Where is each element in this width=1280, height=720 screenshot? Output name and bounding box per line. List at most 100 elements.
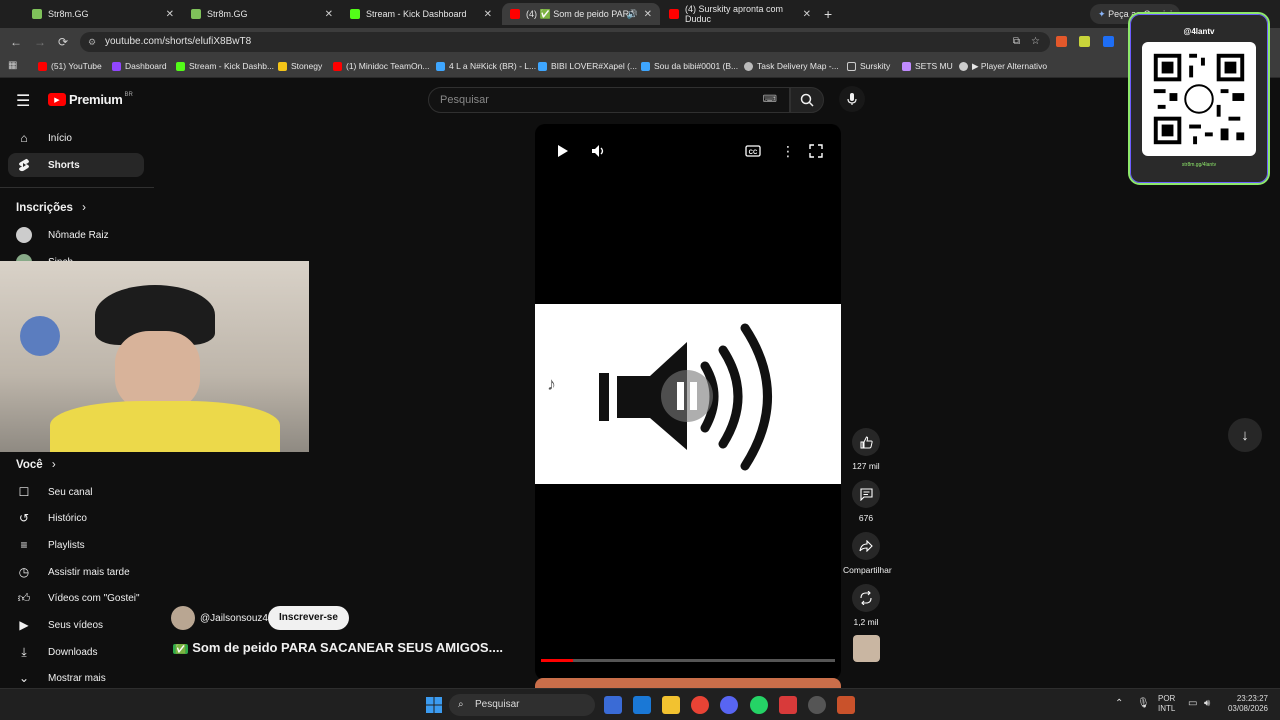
windows-start-icon[interactable]	[425, 696, 443, 714]
youtube-premium-logo[interactable]: ▶ Premium BR	[48, 92, 133, 107]
share-button[interactable]: Compartilhar	[843, 532, 892, 575]
bookmark-star-icon[interactable]: ☆	[1031, 32, 1040, 52]
sidebar-item-playlists[interactable]: ≡ Playlists	[8, 533, 144, 557]
tab-surskity[interactable]: (4) Surskity apronta com Duduc ✕	[661, 3, 819, 25]
bookmark[interactable]: Task Delivery Map -...	[744, 61, 839, 71]
shorts-player[interactable]: CC ⋮ ♪	[535, 124, 841, 680]
sidebar-item-your-channel[interactable]: ☐ Seu canal	[8, 480, 144, 504]
apps-grid-icon[interactable]: ▦	[8, 60, 17, 71]
chrome-icon[interactable]	[691, 696, 709, 714]
sidebar-item-label: Assistir mais tarde	[48, 566, 130, 578]
bookmark[interactable]: ▶ Player Alternativo	[959, 61, 1047, 72]
game-icon[interactable]	[779, 696, 797, 714]
bookmark[interactable]: Sou da bibi#0001 (B...	[641, 61, 738, 71]
bookmark[interactable]: (1) Minidoc TeamOn...	[333, 61, 429, 71]
file-explorer-icon[interactable]	[662, 696, 680, 714]
subscription-item[interactable]: Nômade Raiz	[8, 223, 144, 247]
sidebar-item-downloads[interactable]: ⤓ Downloads	[8, 640, 144, 664]
new-tab-button[interactable]: +	[824, 6, 832, 22]
volume-icon[interactable]	[591, 144, 605, 163]
sidebar-item-label: Seus vídeos	[48, 619, 104, 631]
bookmark[interactable]: 4 L a N#Kick (BR) - L...	[436, 61, 536, 71]
subscriptions-heading[interactable]: Inscrições ›	[16, 202, 86, 214]
sidebar-item-history[interactable]: ↺ Histórico	[8, 506, 144, 530]
bookmark[interactable]: SETS MU	[902, 61, 953, 71]
extension-icon[interactable]	[1079, 36, 1090, 47]
logo-text: Premium	[69, 92, 123, 107]
sidebar-item-show-more[interactable]: ⌄ Mostrar mais	[8, 666, 144, 690]
sidebar-item-liked-videos[interactable]: 👍︎ Vídeos com "Gostei"	[8, 586, 144, 610]
close-icon[interactable]: ✕	[803, 9, 811, 20]
speaker-icon[interactable]: 🔊	[627, 9, 638, 20]
url-field[interactable]: ⚙ youtube.com/shorts/elufiX8BwT8 ⧉ ☆	[80, 32, 1050, 52]
next-short-preview[interactable]	[535, 678, 841, 688]
keyboard-icon[interactable]: ⌨	[763, 88, 777, 112]
close-icon[interactable]: ✕	[166, 9, 174, 20]
close-icon[interactable]: ✕	[484, 9, 492, 20]
you-heading[interactable]: Você ›	[16, 459, 56, 471]
discord-icon[interactable]	[720, 696, 738, 714]
channel-handle[interactable]: @Jailsonsouz4	[200, 613, 268, 624]
site-info-icon[interactable]: ⚙	[88, 32, 96, 52]
search-button[interactable]	[790, 87, 824, 113]
extension-icon[interactable]	[1056, 36, 1067, 47]
bookmark[interactable]: BIBI LOVER#Xapel (...	[538, 61, 637, 71]
tab-str8m-2[interactable]: Str8m.GG ✕	[183, 3, 341, 25]
remix-button[interactable]: 1,2 mil	[843, 584, 889, 627]
outlook-icon[interactable]	[633, 696, 651, 714]
obs-icon[interactable]	[808, 696, 826, 714]
store-icon[interactable]	[604, 696, 622, 714]
tab-kick-dashboard[interactable]: Stream - Kick Dashboard ✕	[342, 3, 500, 25]
sound-thumbnail[interactable]	[853, 635, 880, 662]
sidebar-item-your-videos[interactable]: ▶ Seus vídeos	[8, 613, 144, 637]
extension-icon[interactable]	[1103, 36, 1114, 47]
bookmark[interactable]: Surskity	[847, 61, 890, 71]
bookmark-label: SETS MU	[915, 61, 953, 71]
subscribe-button[interactable]: Inscrever-se	[268, 606, 349, 630]
sidebar-item-home[interactable]: ⌂ Início	[8, 126, 144, 150]
play-icon[interactable]	[555, 144, 569, 163]
install-icon[interactable]: ⧉	[1013, 32, 1020, 52]
home-icon: ⌂	[20, 131, 28, 145]
forward-icon[interactable]: →	[34, 35, 46, 49]
mic-icon[interactable]: 🎙︎	[1137, 698, 1150, 709]
tab-label: (4) ✅ Som de peido PARA	[526, 8, 636, 19]
fullscreen-icon[interactable]	[809, 144, 823, 163]
tab-str8m-1[interactable]: Str8m.GG ✕	[24, 3, 182, 25]
stonegy-icon	[278, 61, 287, 71]
playlist-icon: ≡	[20, 538, 28, 552]
more-options-icon[interactable]: ⋮	[781, 144, 795, 158]
close-icon[interactable]: ✕	[644, 9, 652, 20]
chevron-right-icon: ›	[51, 459, 56, 471]
bookmark[interactable]: Stream - Kick Dashb...	[176, 61, 274, 71]
bookmark[interactable]: (51) YouTube	[38, 61, 102, 71]
language-indicator[interactable]: POR INTL	[1158, 694, 1175, 714]
volume-icon[interactable]: 🔊︎	[1204, 698, 1210, 709]
captions-icon[interactable]: CC	[745, 144, 761, 163]
tab-active-short[interactable]: (4) ✅ Som de peido PARA 🔊 ✕	[502, 3, 660, 25]
youtube-icon	[333, 61, 342, 71]
reload-icon[interactable]: ⟳	[58, 35, 68, 49]
sidebar-item-watch-later[interactable]: ◷ Assistir mais tarde	[8, 560, 144, 584]
close-icon[interactable]: ✕	[325, 9, 333, 20]
app-icon[interactable]	[837, 696, 855, 714]
comment-button[interactable]: 676	[843, 480, 889, 523]
whatsapp-icon[interactable]	[750, 696, 768, 714]
network-icon[interactable]: ▭	[1188, 698, 1197, 709]
channel-avatar[interactable]	[171, 606, 195, 630]
bookmark[interactable]: Dashboard	[112, 61, 167, 71]
clock[interactable]: 23:23:27 03/08/2026	[1226, 694, 1268, 714]
clock-date: 03/08/2026	[1227, 704, 1268, 713]
taskbar-search[interactable]: ⌕ Pesquisar	[449, 694, 595, 716]
menu-icon[interactable]: ☰	[16, 91, 30, 111]
bookmark[interactable]: Stonegy	[278, 61, 322, 71]
next-short-button[interactable]: ↓	[1228, 418, 1262, 452]
sidebar-item-shorts[interactable]: Shorts	[8, 153, 144, 177]
bookmarks-bar: ▦ (51) YouTube Dashboard Stream - Kick D…	[0, 56, 1280, 78]
progress-bar[interactable]	[541, 659, 835, 662]
like-button[interactable]: 127 mil	[843, 428, 889, 471]
tray-chevron-icon[interactable]: ⌃	[1115, 698, 1123, 709]
search-input[interactable]: Pesquisar ⌨	[428, 87, 790, 113]
back-icon[interactable]: ←	[10, 35, 22, 49]
voice-search-button[interactable]	[839, 86, 865, 112]
